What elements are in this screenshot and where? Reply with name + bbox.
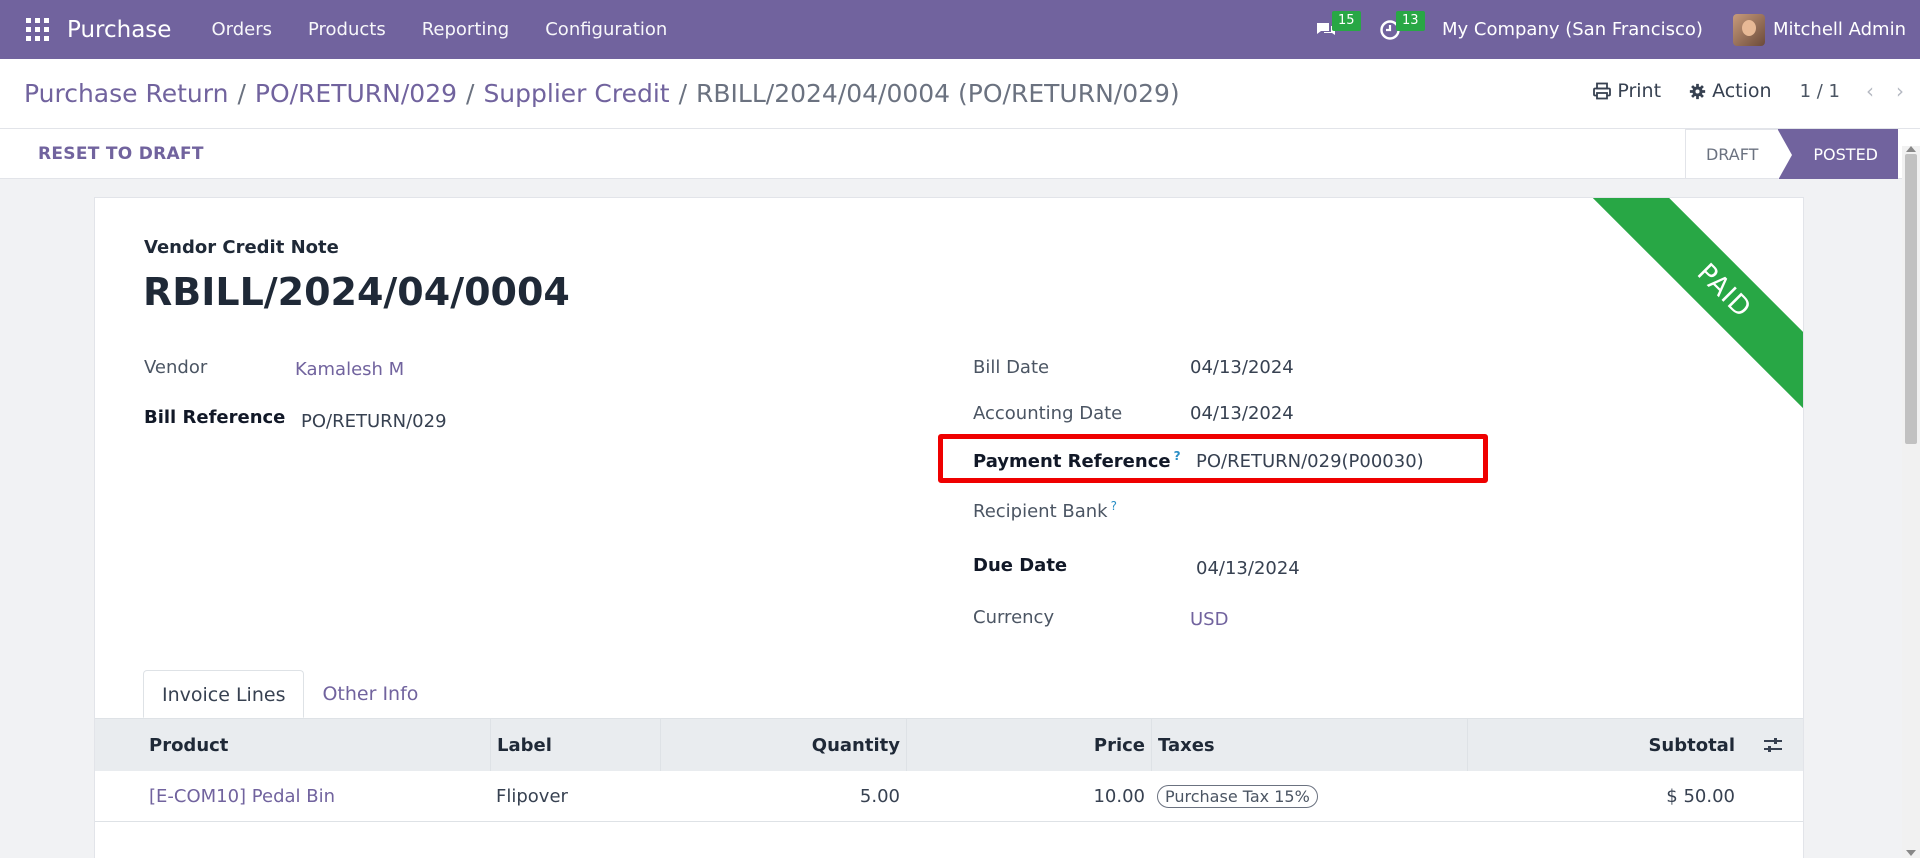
page-scrollbar[interactable] — [1902, 146, 1920, 858]
messages-button[interactable]: 15 — [1306, 0, 1361, 59]
sliders-icon — [1764, 738, 1782, 752]
payment-reference-label: Payment Reference? — [973, 449, 1181, 472]
currency-field[interactable]: USD — [1190, 609, 1228, 630]
action-label: Action — [1712, 80, 1772, 102]
breadcrumb-separator: / — [237, 79, 246, 108]
breadcrumb-po-return[interactable]: PO/RETURN/029 — [255, 79, 457, 108]
top-navbar: Purchase Orders Products Reporting Confi… — [0, 0, 1920, 59]
pager-next-icon[interactable]: › — [1890, 79, 1910, 103]
company-switcher[interactable]: My Company (San Francisco) — [1442, 19, 1703, 40]
user-menu[interactable]: Mitchell Admin — [1732, 13, 1906, 46]
activities-counter: 13 — [1395, 11, 1425, 31]
user-name: Mitchell Admin — [1772, 19, 1906, 40]
help-icon[interactable]: ? — [1174, 449, 1181, 463]
column-subtotal[interactable]: Subtotal — [1467, 719, 1741, 771]
row-spacer — [1741, 771, 1803, 821]
control-actions: Print Action 1 / 1 ‹ › — [1593, 79, 1920, 103]
paid-ribbon: PAID — [1588, 198, 1803, 427]
menu-reporting[interactable]: Reporting — [404, 19, 528, 40]
tab-invoice-lines[interactable]: Invoice Lines — [143, 670, 305, 718]
main-menu: Orders Products Reporting Configuration — [193, 19, 685, 40]
notebook-tabs: Invoice Lines Other Info — [143, 670, 436, 718]
breadcrumb: Purchase Return / PO/RETURN/029 / Suppli… — [24, 79, 1180, 108]
payment-reference-text: Payment Reference — [973, 451, 1171, 472]
form-sheet: PAID Vendor Credit Note RBILL/2024/04/00… — [94, 197, 1804, 858]
row-quantity: 5.00 — [859, 785, 900, 807]
scroll-thumb[interactable] — [1905, 154, 1917, 444]
print-label: Print — [1617, 80, 1662, 102]
control-panel: Purchase Return / PO/RETURN/029 / Suppli… — [0, 59, 1920, 129]
payment-reference-field[interactable]: PO/RETURN/029(P00030) — [1196, 451, 1424, 472]
tab-other-info[interactable]: Other Info — [304, 670, 436, 718]
table-header: Product Label Quantity Price Taxes Subto… — [95, 719, 1803, 771]
pager-value[interactable]: 1 / 1 — [1800, 81, 1840, 102]
row-price: 10.00 — [1093, 785, 1145, 807]
recipient-bank-label: Recipient Bank? — [973, 499, 1117, 522]
messages-counter: 15 — [1331, 11, 1361, 31]
document-name: RBILL/2024/04/0004 — [143, 270, 570, 314]
column-price[interactable]: Price — [906, 719, 1151, 771]
scroll-up-icon[interactable] — [1906, 146, 1916, 152]
table-row[interactable]: [E-COM10] Pedal Bin Flipover 5.00 10.00 … — [95, 771, 1803, 822]
scroll-down-icon[interactable] — [1906, 850, 1916, 856]
column-product[interactable]: Product — [95, 719, 490, 771]
bill-reference-label: Bill Reference — [144, 407, 286, 428]
tax-badge: Purchase Tax 15% — [1157, 784, 1318, 808]
bill-date-field[interactable]: 04/13/2024 — [1190, 357, 1294, 378]
activities-button[interactable]: 13 — [1370, 0, 1425, 59]
row-label: Flipover — [496, 785, 568, 807]
column-quantity[interactable]: Quantity — [660, 719, 906, 771]
due-date-label: Due Date — [973, 555, 1068, 576]
row-product: [E-COM10] Pedal Bin — [95, 771, 490, 821]
breadcrumb-current: RBILL/2024/04/0004 (PO/RETURN/029) — [696, 79, 1180, 108]
apps-menu-icon[interactable] — [25, 18, 49, 42]
status-bar: RESET TO DRAFT DRAFT POSTED — [0, 129, 1920, 180]
menu-products[interactable]: Products — [290, 19, 404, 40]
column-taxes[interactable]: Taxes — [1151, 719, 1467, 771]
product-link[interactable]: [E-COM10] Pedal Bin — [149, 786, 335, 807]
breadcrumb-separator: / — [466, 79, 475, 108]
column-label[interactable]: Label — [490, 719, 660, 771]
systray: 15 13 My Company (San Francisco) Mitchel… — [1306, 0, 1920, 59]
breadcrumb-separator: / — [678, 79, 688, 108]
vendor-label: Vendor — [144, 357, 208, 378]
breadcrumb-purchase-return[interactable]: Purchase Return — [24, 79, 228, 108]
currency-label: Currency — [973, 607, 1055, 628]
help-icon[interactable]: ? — [1111, 499, 1117, 513]
app-name[interactable]: Purchase — [67, 17, 171, 43]
menu-orders[interactable]: Orders — [193, 19, 290, 40]
optional-columns-toggle[interactable] — [1741, 719, 1803, 771]
bill-date-label: Bill Date — [973, 357, 1050, 378]
accounting-date-field[interactable]: 04/13/2024 — [1190, 403, 1294, 424]
document-type: Vendor Credit Note — [144, 237, 339, 258]
due-date-field[interactable]: 04/13/2024 — [1196, 558, 1300, 579]
reset-to-draft-button[interactable]: RESET TO DRAFT — [38, 144, 204, 164]
status-draft: DRAFT — [1684, 129, 1779, 179]
recipient-bank-text: Recipient Bank — [973, 501, 1108, 522]
row-taxes: Purchase Tax 15% — [1151, 771, 1467, 821]
bill-reference-field[interactable]: PO/RETURN/029 — [301, 411, 447, 432]
print-button[interactable]: Print — [1593, 80, 1661, 102]
vendor-field[interactable]: Kamalesh M — [295, 359, 404, 380]
recipient-bank-field[interactable] — [1190, 499, 1490, 525]
accounting-date-label: Accounting Date — [973, 403, 1123, 424]
printer-icon — [1593, 82, 1612, 100]
status-steps: DRAFT POSTED — [1684, 129, 1898, 180]
pager-previous-icon[interactable]: ‹ — [1860, 79, 1880, 103]
status-posted: POSTED — [1778, 129, 1898, 180]
menu-configuration[interactable]: Configuration — [527, 19, 685, 40]
action-button[interactable]: Action — [1689, 80, 1772, 102]
row-subtotal: $ 50.00 — [1666, 785, 1735, 807]
avatar — [1732, 13, 1765, 46]
invoice-lines-table: Product Label Quantity Price Taxes Subto… — [95, 718, 1803, 822]
breadcrumb-supplier-credit[interactable]: Supplier Credit — [483, 79, 669, 108]
gear-icon — [1689, 83, 1706, 99]
